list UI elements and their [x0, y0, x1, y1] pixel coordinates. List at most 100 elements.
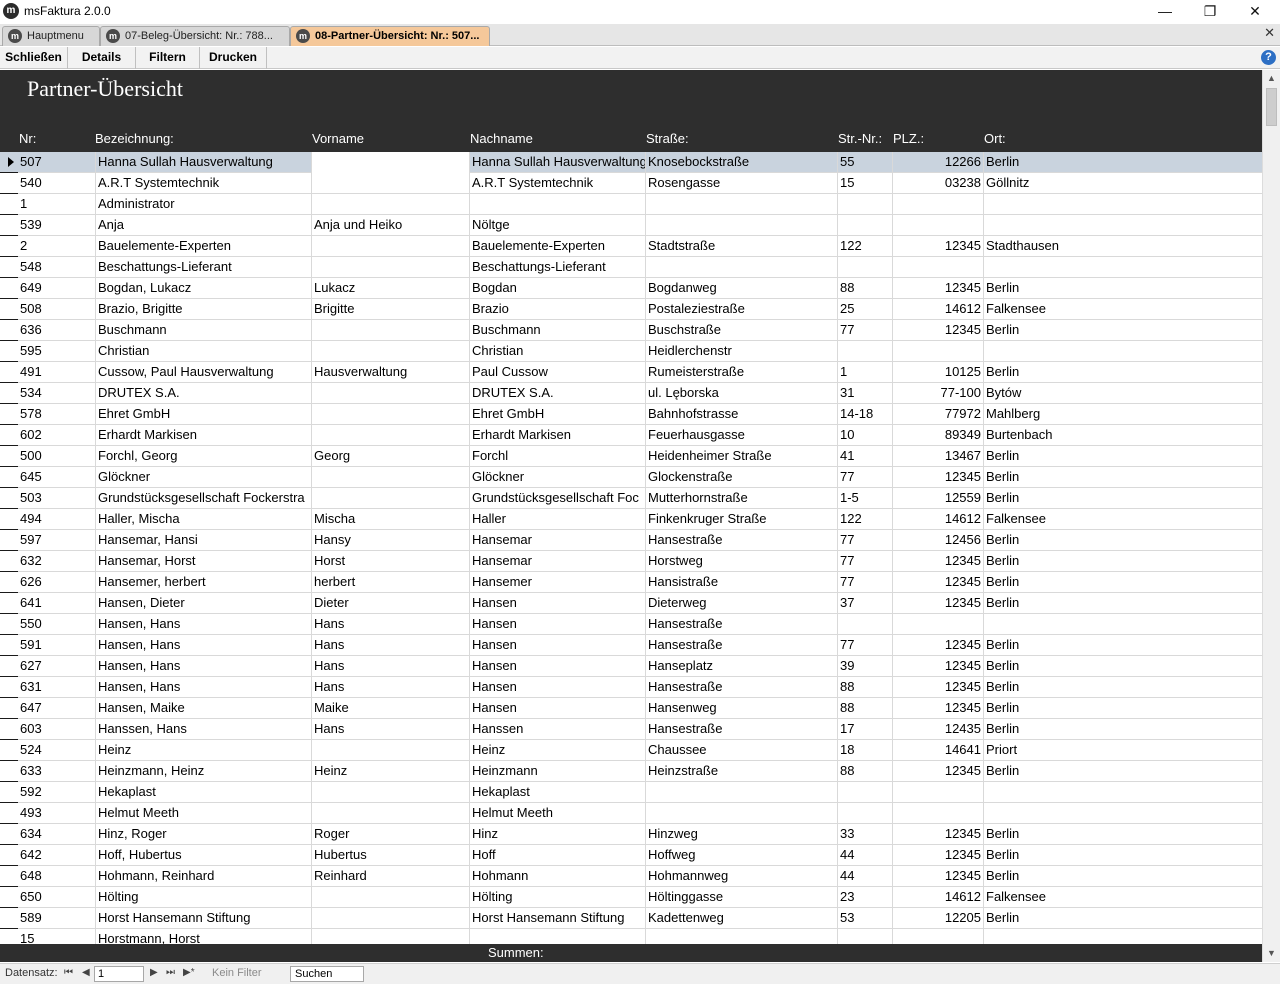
record-selector[interactable] — [0, 572, 18, 593]
cell-nachname[interactable]: Ehret GmbH — [469, 404, 645, 425]
cell-nachname[interactable]: Hohmann — [469, 866, 645, 887]
cell-bezeichnung[interactable]: Helmut Meeth — [95, 803, 311, 824]
cell-vorname[interactable]: Hausverwaltung — [311, 362, 469, 383]
cell-nachname[interactable]: Buschmann — [469, 320, 645, 341]
cell-nr[interactable]: 595 — [18, 341, 95, 362]
cell-nachname[interactable]: Bogdan — [469, 278, 645, 299]
cell-nachname[interactable]: Hoff — [469, 845, 645, 866]
cell-ort[interactable]: Berlin — [983, 593, 1262, 614]
table-row[interactable]: 508 Brazio, Brigitte Brigitte Brazio Postale… — [0, 299, 1262, 320]
cell-plz[interactable]: 12345 — [892, 824, 983, 845]
cell-nr[interactable]: 539 — [18, 215, 95, 236]
record-number-input[interactable]: 1 — [94, 966, 144, 982]
table-row[interactable]: 632 Hansemar, Horst Horst Hansemar Horstweg 7… — [0, 551, 1262, 572]
cell-nr[interactable]: 634 — [18, 824, 95, 845]
cell-vorname[interactable] — [311, 803, 469, 824]
column-header-plz[interactable]: PLZ.: — [893, 131, 924, 146]
cell-strnr[interactable] — [837, 341, 892, 362]
cell-ort[interactable]: Berlin — [983, 446, 1262, 467]
cell-ort[interactable]: Berlin — [983, 761, 1262, 782]
cell-nachname[interactable]: Grundstücksgesellschaft Foc — [469, 488, 645, 509]
cell-nachname[interactable]: Haller — [469, 509, 645, 530]
cell-strasse[interactable] — [645, 257, 837, 278]
record-selector[interactable] — [0, 530, 18, 551]
record-selector[interactable] — [0, 404, 18, 425]
cell-bezeichnung[interactable]: Hansen, Hans — [95, 614, 311, 635]
cell-plz[interactable]: 12345 — [892, 845, 983, 866]
cell-strnr[interactable] — [837, 614, 892, 635]
cell-nachname[interactable]: Hansen — [469, 656, 645, 677]
cell-nachname[interactable]: Hinz — [469, 824, 645, 845]
cell-nr[interactable]: 633 — [18, 761, 95, 782]
help-icon[interactable]: ? — [1261, 50, 1276, 65]
table-row[interactable]: 642 Hoff, Hubertus Hubertus Hoff Hoffweg 44 12… — [0, 845, 1262, 866]
scroll-thumb[interactable] — [1266, 88, 1277, 126]
cell-nachname[interactable]: Hölting — [469, 887, 645, 908]
cell-nr[interactable]: 647 — [18, 698, 95, 719]
cell-strasse[interactable]: Heidlerchenstr — [645, 341, 837, 362]
search-input[interactable]: Suchen — [290, 966, 364, 982]
record-selector[interactable] — [0, 362, 18, 383]
table-row[interactable]: 634 Hinz, Roger Roger Hinz Hinzweg 33 12345 Ber… — [0, 824, 1262, 845]
cell-bezeichnung[interactable]: Hansen, Maike — [95, 698, 311, 719]
cell-strasse[interactable]: Hansestraße — [645, 614, 837, 635]
cell-vorname[interactable] — [311, 908, 469, 929]
cell-ort[interactable]: Priort — [983, 740, 1262, 761]
cell-vorname[interactable]: Horst — [311, 551, 469, 572]
cell-strnr[interactable]: 1 — [837, 362, 892, 383]
cell-nachname[interactable]: Christian — [469, 341, 645, 362]
cell-strasse[interactable]: Hansestraße — [645, 719, 837, 740]
cell-bezeichnung[interactable]: Christian — [95, 341, 311, 362]
cell-nachname[interactable]: Hanssen — [469, 719, 645, 740]
cell-vorname[interactable]: Hans — [311, 656, 469, 677]
cell-strasse[interactable]: Heidenheimer Straße — [645, 446, 837, 467]
cell-strnr[interactable]: 33 — [837, 824, 892, 845]
cell-nr[interactable]: 534 — [18, 383, 95, 404]
cell-vorname[interactable] — [311, 341, 469, 362]
cell-strasse[interactable]: Mutterhornstraße — [645, 488, 837, 509]
cell-ort[interactable]: Berlin — [983, 488, 1262, 509]
table-row[interactable]: 550 Hansen, Hans Hans Hansen Hansestraße — [0, 614, 1262, 635]
cell-ort[interactable]: Burtenbach — [983, 425, 1262, 446]
record-selector[interactable] — [0, 194, 18, 215]
cell-bezeichnung[interactable]: Cussow, Paul Hausverwaltung — [95, 362, 311, 383]
cell-nachname[interactable] — [469, 929, 645, 944]
cell-vorname[interactable] — [311, 257, 469, 278]
record-selector[interactable] — [0, 446, 18, 467]
cell-ort[interactable]: Berlin — [983, 824, 1262, 845]
cell-ort[interactable]: Berlin — [983, 320, 1262, 341]
cell-plz[interactable] — [892, 803, 983, 824]
cell-plz[interactable]: 14612 — [892, 299, 983, 320]
cell-strnr[interactable]: 122 — [837, 236, 892, 257]
table-row[interactable]: 592 Hekaplast Hekaplast — [0, 782, 1262, 803]
record-selector[interactable] — [0, 215, 18, 236]
cell-nr[interactable]: 508 — [18, 299, 95, 320]
cell-strasse[interactable]: Bahnhofstrasse — [645, 404, 837, 425]
cell-strasse[interactable]: Hoffweg — [645, 845, 837, 866]
cell-nr[interactable]: 602 — [18, 425, 95, 446]
cell-vorname[interactable] — [311, 383, 469, 404]
cell-strnr[interactable]: 88 — [837, 761, 892, 782]
cell-bezeichnung[interactable]: Hölting — [95, 887, 311, 908]
cell-strasse[interactable]: Dieterweg — [645, 593, 837, 614]
cell-bezeichnung[interactable]: Hansen, Hans — [95, 656, 311, 677]
cell-nachname[interactable]: Hansen — [469, 593, 645, 614]
cell-plz[interactable]: 14612 — [892, 887, 983, 908]
cell-strnr[interactable]: 15 — [837, 173, 892, 194]
filter-status-button[interactable]: Kein Filter — [212, 967, 262, 979]
cell-plz[interactable]: 12345 — [892, 320, 983, 341]
cell-nachname[interactable]: Heinzmann — [469, 761, 645, 782]
tab-beleg-uebersicht[interactable]: m 07-Beleg-Übersicht: Nr.: 788... — [100, 26, 290, 46]
cell-nr[interactable]: 540 — [18, 173, 95, 194]
cell-strnr[interactable]: 14-18 — [837, 404, 892, 425]
cell-vorname[interactable] — [311, 404, 469, 425]
cell-plz[interactable]: 12345 — [892, 761, 983, 782]
cell-ort[interactable]: Berlin — [983, 467, 1262, 488]
cell-nr[interactable]: 500 — [18, 446, 95, 467]
cell-strnr[interactable]: 41 — [837, 446, 892, 467]
cell-vorname[interactable]: Hans — [311, 635, 469, 656]
record-selector[interactable] — [0, 341, 18, 362]
cell-bezeichnung[interactable]: Hansen, Hans — [95, 635, 311, 656]
cell-vorname[interactable]: Heinz — [311, 761, 469, 782]
table-row[interactable]: 540 A.R.T Systemtechnik A.R.T Systemtechni… — [0, 173, 1262, 194]
